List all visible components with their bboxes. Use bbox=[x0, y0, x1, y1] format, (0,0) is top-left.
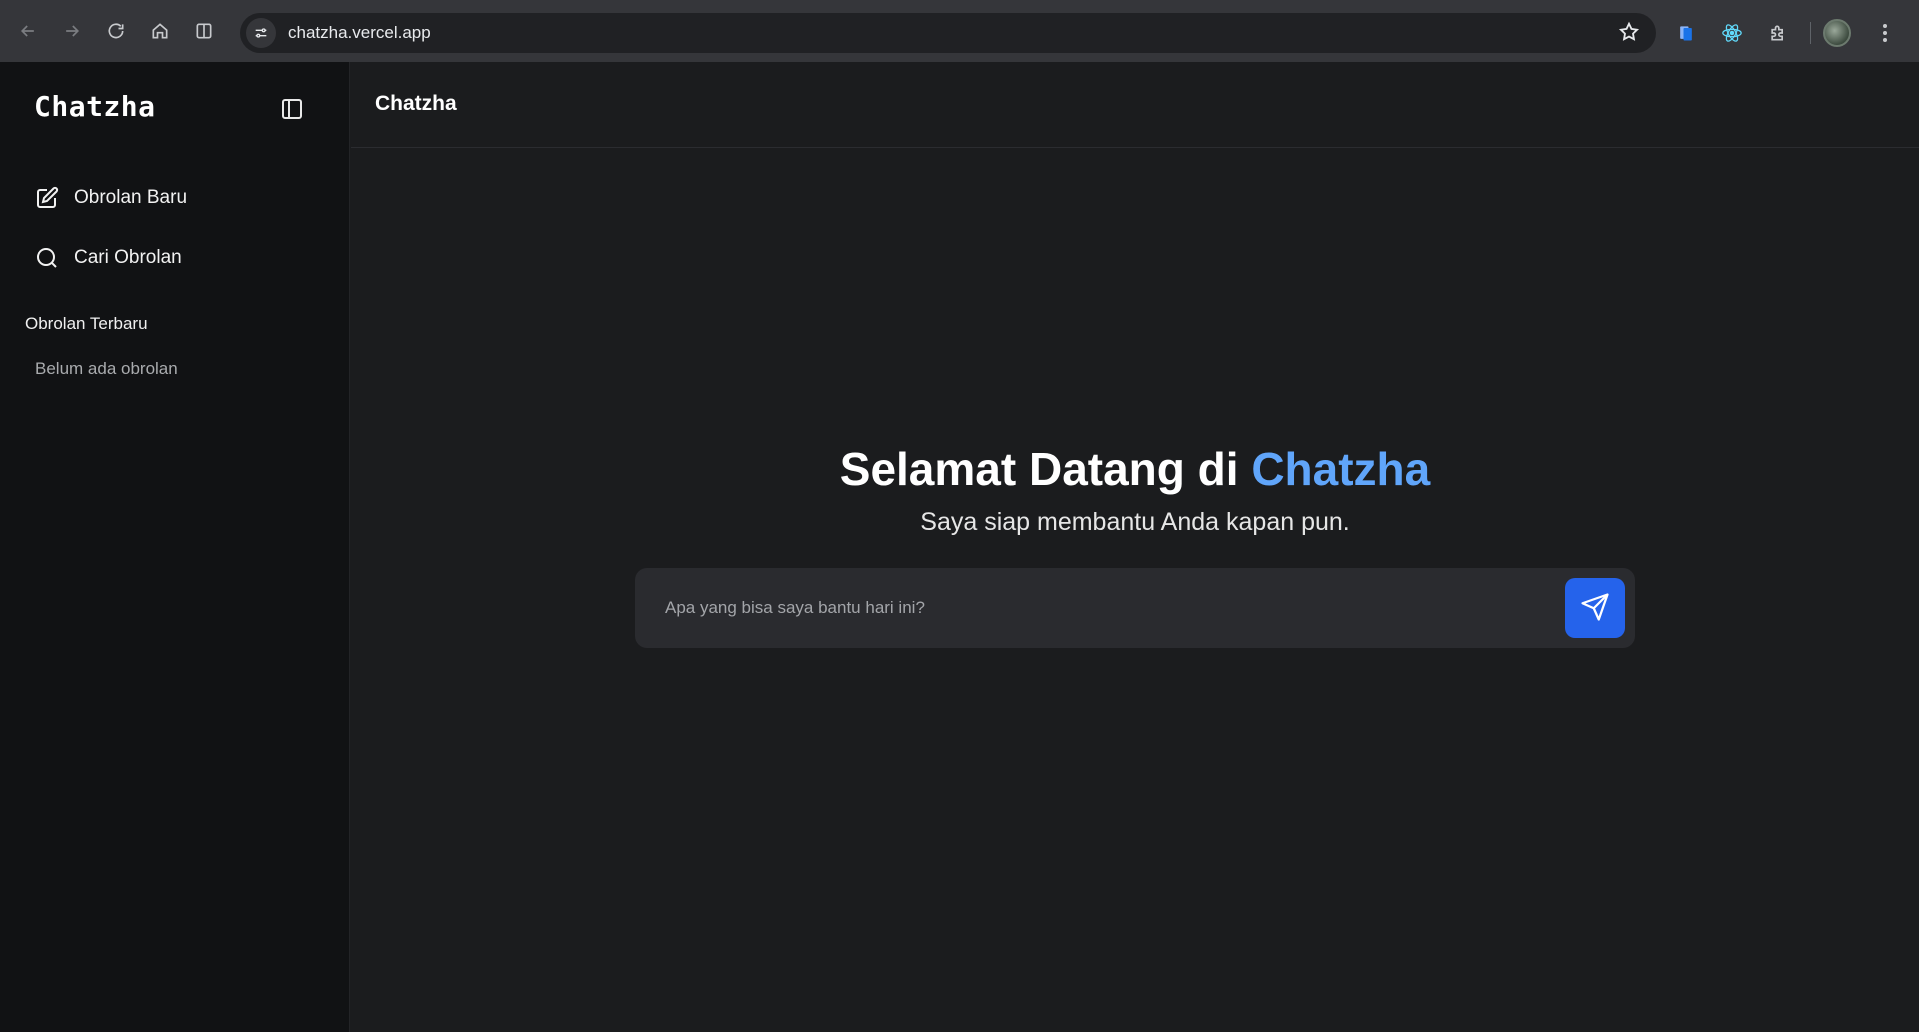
sidebar-item-label: Obrolan Baru bbox=[74, 187, 188, 208]
main-header: Chatzha bbox=[351, 62, 1919, 148]
address-bar[interactable]: chatzha.vercel.app bbox=[240, 13, 1656, 53]
reload-icon[interactable] bbox=[98, 13, 134, 49]
page-title: Chatzha bbox=[375, 92, 457, 115]
welcome-title-prefix: Selamat Datang di bbox=[839, 443, 1252, 495]
extensions-area bbox=[1668, 13, 1913, 53]
sidebar-item-new-chat[interactable]: Obrolan Baru bbox=[34, 180, 187, 216]
search-icon bbox=[34, 245, 60, 271]
main-area: Chatzha Selamat Datang di Chatzha Saya s… bbox=[351, 62, 1919, 1032]
url-text[interactable]: chatzha.vercel.app bbox=[288, 23, 431, 43]
welcome-section: Selamat Datang di Chatzha Saya siap memb… bbox=[351, 442, 1919, 537]
extensions-puzzle-icon[interactable] bbox=[1760, 15, 1796, 51]
home-icon[interactable] bbox=[142, 13, 178, 49]
welcome-title: Selamat Datang di Chatzha bbox=[351, 442, 1919, 496]
bookmark-star-icon[interactable] bbox=[1618, 21, 1640, 48]
recent-chats-empty: Belum ada obrolan bbox=[35, 359, 178, 378]
send-button[interactable] bbox=[1565, 578, 1625, 638]
send-icon bbox=[1580, 592, 1610, 625]
toolbar-divider bbox=[1810, 22, 1811, 44]
welcome-subtitle: Saya siap membantu Anda kapan pun. bbox=[920, 508, 1350, 536]
profile-avatar[interactable] bbox=[1823, 19, 1851, 47]
recent-chats-heading: Obrolan Terbaru bbox=[25, 314, 148, 333]
sidebar: Chatzha Obrolan Baru Cari Obrolan Obrola… bbox=[0, 62, 350, 1032]
edit-icon bbox=[34, 185, 60, 211]
browser-toolbar: chatzha.vercel.app bbox=[0, 0, 1919, 62]
chat-composer bbox=[635, 568, 1635, 648]
chat-input[interactable] bbox=[635, 568, 1535, 648]
browser-menu-icon[interactable] bbox=[1867, 15, 1903, 51]
sidebar-item-label: Cari Obrolan bbox=[74, 247, 182, 268]
sidebar-item-search-chat[interactable]: Cari Obrolan bbox=[34, 240, 182, 276]
forward-icon[interactable] bbox=[54, 13, 90, 49]
extension-docs-icon[interactable] bbox=[1668, 15, 1704, 51]
back-icon[interactable] bbox=[10, 13, 46, 49]
brand-logo: Chatzha bbox=[34, 90, 156, 123]
sidebar-toggle-icon[interactable] bbox=[278, 95, 306, 123]
reading-mode-icon[interactable] bbox=[186, 13, 222, 49]
site-info-icon[interactable] bbox=[246, 18, 276, 48]
welcome-title-brand: Chatzha bbox=[1251, 443, 1431, 495]
extension-react-icon[interactable] bbox=[1714, 15, 1750, 51]
